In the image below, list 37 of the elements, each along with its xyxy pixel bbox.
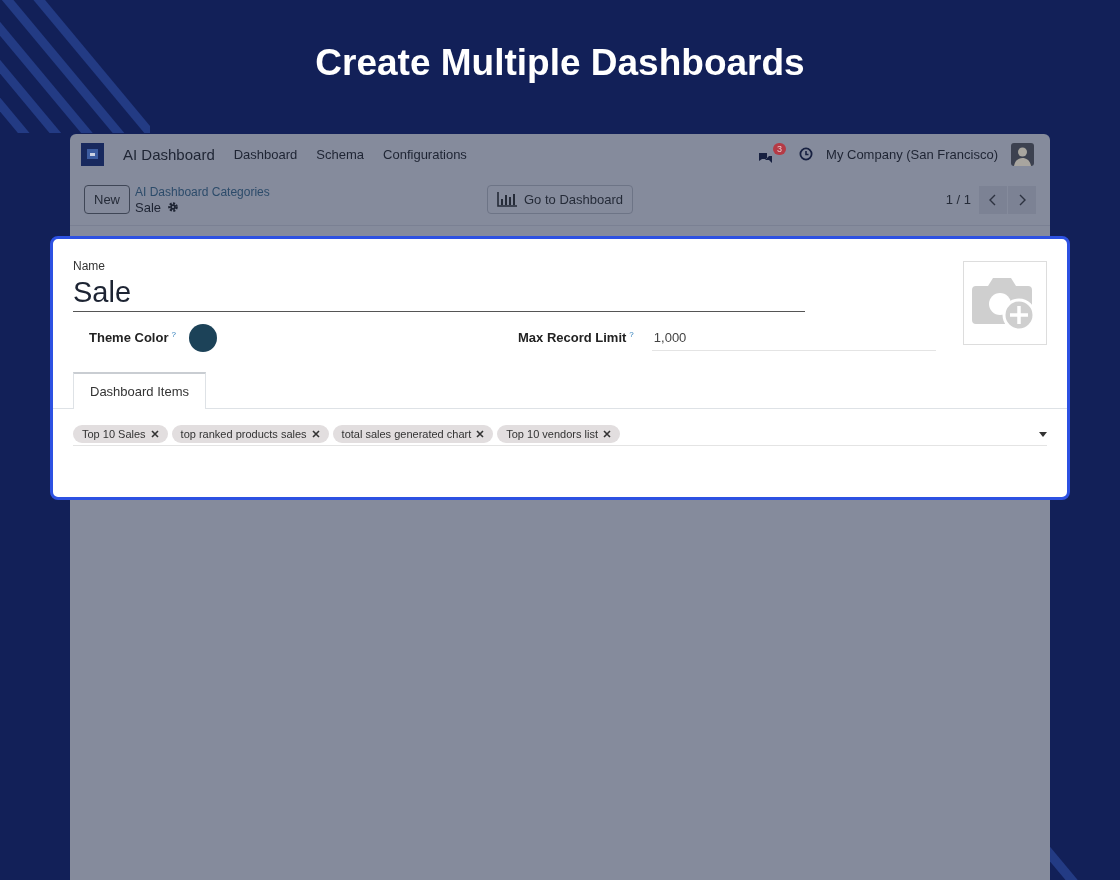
remove-tag-button[interactable] xyxy=(476,428,485,440)
remove-tag-button[interactable] xyxy=(311,428,320,440)
new-button[interactable]: New xyxy=(84,185,130,214)
chevron-left-icon xyxy=(989,193,997,206)
chat-icon xyxy=(758,151,775,165)
company-name[interactable]: My Company (San Francisco) xyxy=(826,146,998,162)
tag-label: Top 10 Sales xyxy=(82,428,146,440)
field-label: Theme Color $^{?}$ xyxy=(89,330,177,346)
menu-item[interactable]: Configurations xyxy=(383,146,467,162)
page-heading: Create Multiple Dashboards xyxy=(315,41,805,85)
breadcrumb-link[interactable]: AI Dashboard Categories xyxy=(135,184,270,200)
tag-label: Top 10 vendors list xyxy=(506,428,598,440)
menu-item[interactable]: Dashboard xyxy=(233,146,298,162)
field-label: Max Record Limit $^{?}$ xyxy=(518,330,634,346)
dropdown-caret-icon[interactable] xyxy=(1039,431,1047,437)
remove-tag-button[interactable] xyxy=(602,428,611,440)
pager-value: 1 / 1 xyxy=(945,192,971,207)
input-field[interactable]: 1,000 xyxy=(651,325,936,351)
menu-item[interactable]: Schema xyxy=(316,146,365,162)
name-label: Name xyxy=(73,259,106,273)
avatar-icon[interactable] xyxy=(1011,142,1034,166)
tag-label: top ranked products sales xyxy=(180,428,307,440)
messages-button[interactable]: 3 xyxy=(758,143,787,165)
remove-tag-button[interactable] xyxy=(150,428,159,440)
tab[interactable]: Dashboard Items xyxy=(73,372,206,409)
message-count: 3 xyxy=(773,143,787,155)
breadcrumb-current: Sale xyxy=(135,199,162,215)
bar-chart-icon xyxy=(497,192,517,207)
app-name[interactable]: AI Dashboard xyxy=(123,145,215,163)
clock-icon[interactable] xyxy=(799,147,814,161)
name-input[interactable]: Sale xyxy=(73,273,805,312)
gear-icon[interactable] xyxy=(167,201,180,213)
app-logo-icon xyxy=(81,142,104,166)
color-swatch[interactable] xyxy=(189,324,217,352)
chevron-right-icon xyxy=(1018,193,1026,206)
go-to-dashboard-button[interactable]: Go to Dashboard xyxy=(487,185,633,214)
tag-label: total sales generated chart xyxy=(341,428,472,440)
